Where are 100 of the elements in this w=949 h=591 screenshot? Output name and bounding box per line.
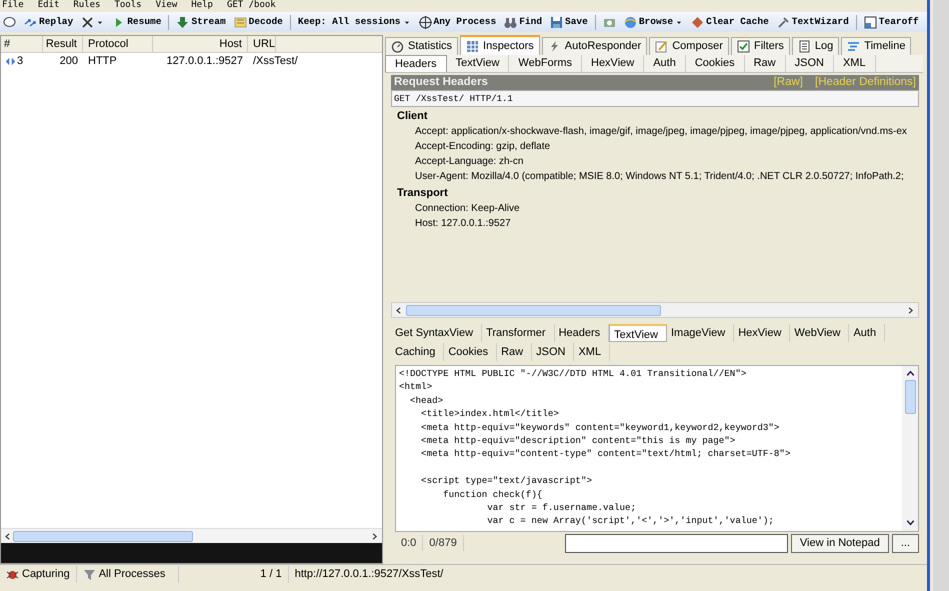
tab[interactable]: Auth [849, 324, 886, 342]
menu-item[interactable]: Help [191, 0, 213, 12]
arrows-icon [4, 56, 17, 67]
bug-icon [6, 568, 19, 581]
tab[interactable]: Timeline [841, 37, 912, 55]
tab[interactable]: Headers [385, 55, 447, 72]
column-header[interactable]: # [1, 36, 43, 52]
table-cell-text: 200 [58, 54, 79, 70]
notepad-button[interactable]: View in Notepad [790, 534, 889, 552]
tab[interactable]: HexView [734, 324, 790, 342]
code-line: <script type="text/javascript"> [420, 474, 593, 488]
menu-item[interactable]: File [2, 0, 24, 12]
tab[interactable]: AutoResponder [542, 37, 648, 55]
scrollbar-thumb[interactable] [13, 530, 193, 542]
horizontal-scrollbar[interactable] [391, 302, 919, 318]
tab[interactable]: Auth [644, 55, 686, 72]
globe-icon [624, 16, 637, 28]
menu-item[interactable]: Tools [114, 0, 142, 12]
code-line: <meta http-equiv="description" content="this is my page"> [420, 434, 736, 448]
toolbar-button[interactable]: Resume [111, 14, 162, 30]
toolbar-button[interactable]: Clear Cache [690, 14, 770, 30]
tab[interactable]: WebView [790, 324, 850, 342]
tab[interactable]: JSON [786, 55, 834, 72]
tab[interactable]: Cookies [686, 55, 745, 72]
tab[interactable]: Raw [497, 342, 532, 360]
menu-item[interactable]: Edit [38, 0, 60, 12]
toolbar-button[interactable]: TextWizard [776, 14, 850, 30]
tab[interactable]: Caching [391, 342, 444, 360]
scrollbar-thumb[interactable] [904, 380, 916, 414]
code-line: <html> [399, 380, 434, 394]
code-line: var c = new Array('script','<','>','input','value'); [486, 514, 775, 528]
code-line: <!DOCTYPE HTML PUBLIC "-//W3C//DTD HTML 4.01 Transitional//EN"> [399, 367, 748, 380]
panel-title: Request Headers [394, 74, 488, 90]
session-number: 3 [17, 55, 24, 68]
tab[interactable]: Transformer [482, 324, 555, 342]
speech-bubble-icon [3, 16, 16, 28]
header-line: Accept-Language: zh-cn [415, 155, 524, 169]
header-line: User-Agent: Mozilla/4.0 (compatible; MSIE 8.0; Windows NT 5.1; Trident/4.0; .NET CLR 2.0.50727; InfoPath.2; [415, 170, 904, 184]
tab[interactable]: Raw [744, 55, 786, 72]
menu-item[interactable]: Rules [73, 0, 100, 12]
code-line: function check(f){ [442, 488, 544, 501]
tab[interactable]: TextView [609, 324, 667, 342]
find-field[interactable] [564, 534, 788, 552]
table-cell-text: HTTP [87, 54, 118, 70]
tab[interactable]: Get SyntaxView [391, 324, 482, 342]
tab[interactable]: ImageView [666, 324, 734, 342]
column-header[interactable]: URL [248, 36, 276, 52]
checkbox-icon [736, 40, 750, 53]
tab[interactable]: HexView [582, 55, 644, 72]
tab[interactable]: TextView [446, 55, 510, 72]
scrollbar-thumb[interactable] [406, 304, 661, 316]
capture-status[interactable]: Capturing [22, 566, 70, 583]
window-icon [864, 16, 877, 28]
tab[interactable]: JSON [532, 342, 574, 360]
crosshair-icon [418, 16, 432, 28]
header-line: Accept-Encoding: gzip, deflate [415, 140, 550, 154]
menu-item[interactable]: View [156, 0, 178, 12]
filter-icon [82, 568, 96, 581]
code-line: <title>index.html</title> [420, 407, 560, 421]
column-header[interactable]: Protocol [83, 36, 153, 52]
toolbar-button[interactable]: Stream [175, 14, 227, 30]
toolbar-button[interactable]: Save [549, 14, 589, 30]
code-line: <meta http-equiv="keywords" content="keyword1,keyword2,keyword3"> [420, 420, 780, 434]
tab[interactable]: Filters [730, 37, 790, 55]
toolbar-button[interactable]: Tearoff [862, 14, 920, 30]
process-filter[interactable]: All Processes [98, 566, 166, 583]
tab[interactable]: XML [574, 342, 610, 360]
menu-item[interactable]: GET /book [226, 0, 276, 12]
cursor-position: 0:0 [395, 534, 424, 552]
down-arrow-icon [176, 16, 190, 28]
tab[interactable]: WebForms [509, 55, 582, 72]
header-line: Accept: application/x-shockwave-flash, image/gif, image/jpeg, image/pjpeg, image/pjpeg, application/vnd.ms-ex [415, 125, 907, 139]
stopwatch-icon [391, 40, 404, 53]
table-cell-text: 127.0.0.1.:9527 [166, 54, 244, 70]
tab[interactable]: Log [792, 37, 840, 55]
toolbar-button[interactable]: Browse [622, 14, 684, 30]
toolbar-button[interactable]: Any Process [418, 14, 498, 30]
tab[interactable]: Inspectors [460, 35, 540, 55]
toolbar-button[interactable]: Replay [23, 14, 74, 30]
tab[interactable]: Cookies [444, 342, 498, 360]
tab[interactable]: XML [834, 55, 876, 72]
session-count: 1 / 1 [260, 567, 282, 582]
grid-icon [466, 40, 480, 52]
group-heading: Client [396, 109, 429, 124]
toolbar-button[interactable]: Find [503, 14, 544, 30]
table-cell-text: /XssTest/ [252, 54, 298, 70]
toolbar-button[interactable]: Decode [232, 14, 284, 30]
tab[interactable]: Statistics [385, 37, 458, 55]
code-line: <meta http-equiv="content-type" content="text/html; charset=UTF-8"> [420, 447, 792, 461]
horizontal-scrollbar[interactable] [1, 528, 382, 543]
code-line: <head> [409, 394, 444, 408]
tab[interactable]: Composer [649, 37, 729, 55]
column-header[interactable]: Result [43, 36, 83, 52]
column-header[interactable]: Host [153, 36, 248, 52]
diamond-icon [691, 16, 704, 28]
more-button[interactable]: ... [892, 534, 919, 552]
vertical-scrollbar[interactable] [902, 366, 918, 531]
floppy-icon [550, 16, 564, 28]
toolbar-button[interactable]: Keep: All sessions [296, 14, 412, 30]
toolbar-icon-button[interactable] [2, 16, 17, 28]
